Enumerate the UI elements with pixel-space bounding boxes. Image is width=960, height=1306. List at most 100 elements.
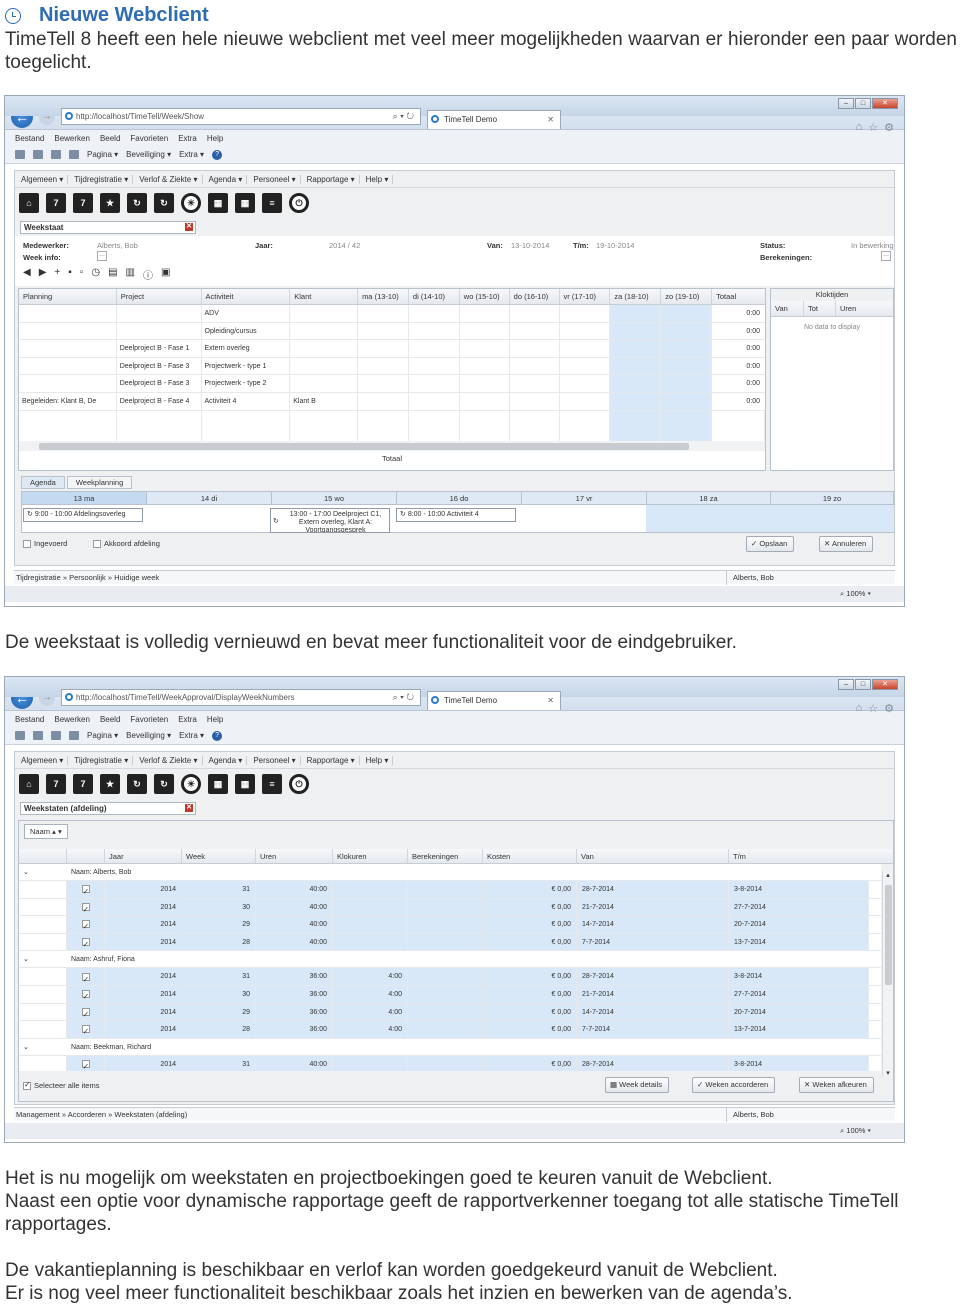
klant-cell[interactable] <box>290 357 359 375</box>
planning-cell[interactable] <box>19 305 117 322</box>
scroll-up-icon[interactable]: ▴ <box>883 871 893 879</box>
collapse-icon[interactable]: ⌄ <box>19 864 67 880</box>
planning-cell[interactable] <box>19 322 117 340</box>
planning-cell[interactable]: Begeleiden: Klant B, De <box>19 392 117 410</box>
totaal-cell[interactable]: 0:00 <box>712 393 765 410</box>
day-cell[interactable] <box>661 357 713 375</box>
close-button[interactable]: ✕ <box>872 679 898 690</box>
menu-item[interactable]: Extra <box>178 134 197 143</box>
col-header[interactable]: Berekeningen <box>408 849 483 863</box>
arrow-right-icon[interactable]: ▶ <box>39 267 47 282</box>
day-cell[interactable] <box>560 305 611 322</box>
menu-item[interactable]: Help <box>207 134 223 143</box>
document-tab[interactable]: Weekstaat ✕ <box>20 221 196 234</box>
info-icon[interactable]: ⓘ <box>143 267 153 282</box>
akkoord-checkbox[interactable]: Akkoord afdeling <box>93 539 160 549</box>
menu-item[interactable]: Favorieten <box>130 134 168 143</box>
col-header[interactable]: Project <box>117 289 202 304</box>
menu-item[interactable]: Bewerken <box>54 715 90 724</box>
table-row[interactable]: ADV 0:00 <box>19 305 765 323</box>
col-header[interactable]: do (16-10) <box>510 289 560 304</box>
close-tab-icon[interactable]: ✕ <box>547 111 554 128</box>
power-icon[interactable]: ⏻ <box>289 193 309 213</box>
gear-icon[interactable]: ⚙ <box>884 121 894 134</box>
project-cell[interactable]: Deelproject B - Fase 4 <box>117 392 202 410</box>
totaal-cell[interactable]: 0:00 <box>712 358 765 375</box>
close-tab-icon[interactable]: ✕ <box>547 692 554 709</box>
refresh-clock-icon[interactable]: ↻ <box>127 774 147 794</box>
maximize-button[interactable]: □ <box>855 679 871 690</box>
table-row[interactable]: 20143140:00 € 0,0028-7-20143-8-2014 <box>19 881 881 899</box>
calendar-people-icon[interactable]: ▦ <box>235 193 255 213</box>
select-all-checkbox[interactable]: Selecteer alle items <box>23 1080 99 1091</box>
menu-item[interactable]: Bewerken <box>54 134 90 143</box>
planning-cell[interactable] <box>19 375 117 392</box>
calendar-grid-icon[interactable]: ▦ <box>208 774 228 794</box>
day-cell[interactable] <box>661 375 713 392</box>
klant-cell[interactable] <box>290 375 359 392</box>
berekeningen-button[interactable]: ··· <box>881 251 891 261</box>
opslaan-button[interactable]: ✓ Opslaan <box>746 536 795 552</box>
klant-cell[interactable]: Klant B <box>290 392 359 410</box>
totaal-cell[interactable]: 0:00 <box>712 323 765 340</box>
klant-cell[interactable] <box>290 340 359 357</box>
col-header[interactable]: vr (17-10) <box>560 289 611 304</box>
project-cell[interactable] <box>117 305 202 322</box>
activiteit-cell[interactable]: Extern overleg <box>202 340 291 357</box>
col-header[interactable]: za (18-10) <box>610 289 662 304</box>
select-checkbox[interactable] <box>67 1021 105 1038</box>
select-checkbox[interactable] <box>67 1055 105 1071</box>
calendar-day-icon[interactable]: 7 <box>46 193 66 213</box>
day-label[interactable]: 13 ma <box>22 492 147 504</box>
menu-item[interactable]: Extra <box>178 715 197 724</box>
col-header[interactable]: Week <box>182 849 256 863</box>
project-cell[interactable]: Deelproject B - Fase 1 <box>117 340 202 357</box>
col-header[interactable]: Jaar <box>105 849 182 863</box>
project-cell[interactable]: Deelproject B - Fase 3 <box>117 357 202 375</box>
menu-item[interactable]: Beeld <box>100 715 120 724</box>
scroll-down-icon[interactable]: ▾ <box>883 1069 893 1077</box>
day-cell[interactable] <box>510 340 560 357</box>
app-menu-item[interactable]: Rapportage ▾ <box>307 755 360 765</box>
weekinfo-button[interactable]: ··· <box>97 251 107 261</box>
day-cell[interactable] <box>409 357 460 375</box>
day-cell[interactable] <box>460 375 510 392</box>
day-cell[interactable] <box>661 322 713 340</box>
day-cell[interactable] <box>460 392 510 410</box>
group-row[interactable]: ⌄ Naam: Alberts, Bob <box>19 864 881 881</box>
table-row[interactable]: 20142840:00 € 0,007-7-201413-7-2014 <box>19 933 881 952</box>
calendar-day-icon[interactable]: 7 <box>46 774 66 794</box>
table-row[interactable]: Deelproject B - Fase 3 Projectwerk - type… <box>19 375 765 393</box>
reject-weeks-button[interactable]: ✕ Weken afkeuren <box>799 1077 874 1093</box>
menu-item[interactable]: Beeld <box>100 134 120 143</box>
day-cell[interactable] <box>358 305 409 322</box>
col-header[interactable]: Klant <box>290 289 359 304</box>
annuleren-button[interactable]: ✕ Annuleren <box>819 536 874 552</box>
menu-item[interactable]: Favorieten <box>130 715 168 724</box>
table-row[interactable]: 20142940:00 € 0,0014-7-201420-7-2014 <box>19 916 881 934</box>
day-cell[interactable] <box>560 340 611 357</box>
print-icon[interactable] <box>69 731 79 740</box>
calendar-week-icon[interactable]: 7 <box>73 774 93 794</box>
menu-item[interactable]: Bestand <box>15 134 44 143</box>
tab-agenda[interactable]: Agenda <box>21 476 65 489</box>
day-cell[interactable] <box>610 392 662 410</box>
add-icon[interactable]: + <box>54 267 60 282</box>
help-icon[interactable]: ? <box>212 149 223 160</box>
select-checkbox[interactable] <box>67 898 105 916</box>
cmd-item[interactable]: Extra ▾ <box>179 150 204 159</box>
delete-icon[interactable]: ▫ <box>80 267 84 282</box>
day-cell[interactable] <box>409 305 460 322</box>
star-icon[interactable]: ☆ <box>868 702 878 715</box>
minimize-button[interactable]: – <box>838 679 854 690</box>
day-label[interactable]: 19 zo <box>771 492 893 504</box>
browser-tab[interactable]: TimeTell Demo ✕ <box>427 691 561 710</box>
select-checkbox[interactable] <box>67 881 105 898</box>
col-header[interactable]: Van <box>771 301 804 316</box>
activiteit-cell[interactable]: ADV <box>202 305 291 322</box>
collapse-icon[interactable]: ⌄ <box>19 951 67 967</box>
ingevoerd-checkbox[interactable]: Ingevoerd <box>23 539 67 549</box>
app-menu-item[interactable]: Agenda ▾ <box>209 755 248 765</box>
day-cell[interactable] <box>610 375 662 392</box>
close-button[interactable]: ✕ <box>872 98 898 109</box>
